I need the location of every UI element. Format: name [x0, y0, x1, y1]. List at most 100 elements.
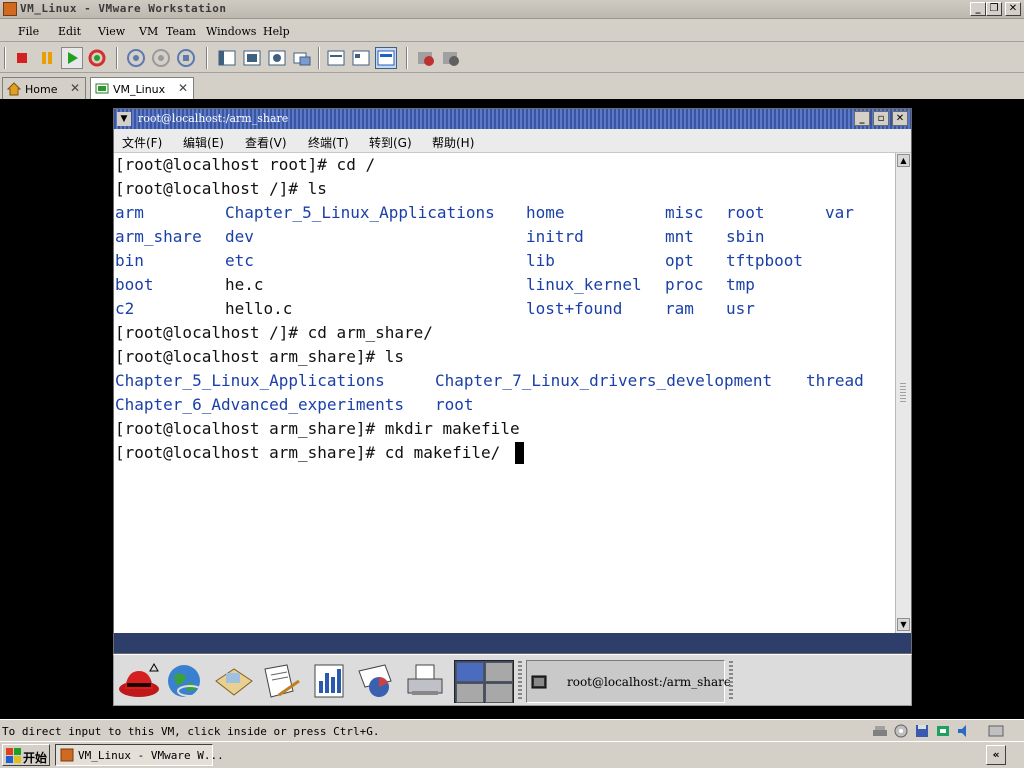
- ls-entry: Chapter_5_Linux_Applications: [225, 203, 495, 222]
- snapshot-icon[interactable]: [125, 47, 147, 69]
- terminal-scrollbar[interactable]: ▲ ▼: [895, 153, 911, 633]
- unity-icon[interactable]: [266, 47, 288, 69]
- replay-icon[interactable]: [440, 47, 462, 69]
- revert-snapshot-icon[interactable]: [150, 47, 172, 69]
- ls-entry: mnt: [665, 227, 694, 246]
- snapshot-manager-icon[interactable]: [175, 47, 197, 69]
- guest-maximize-button[interactable]: ▫: [873, 111, 889, 126]
- reset-icon[interactable]: [86, 47, 108, 69]
- vmware-app-icon[interactable]: [3, 2, 17, 16]
- power-off-icon[interactable]: [11, 47, 33, 69]
- close-tab-icon[interactable]: ✕: [178, 81, 188, 95]
- workspace-4[interactable]: [485, 683, 513, 703]
- ls-entry: thread: [806, 371, 864, 390]
- redhat-menu-icon[interactable]: [117, 661, 159, 701]
- restore-button[interactable]: ❐: [986, 2, 1002, 16]
- quick-switch-icon[interactable]: [216, 47, 238, 69]
- ls-entry: c2: [115, 299, 135, 318]
- console-view-icon[interactable]: [325, 47, 347, 69]
- workspace-3[interactable]: [456, 683, 484, 703]
- guest-title-bar: ▼ root@localhost:/arm_share _ ▫ ✕: [114, 109, 911, 129]
- guest-close-button[interactable]: ✕: [892, 111, 908, 126]
- tab-label: VM_Linux: [113, 83, 166, 96]
- menubar: File Edit View VM Team Windows Help: [0, 20, 1024, 42]
- menu-view[interactable]: View: [98, 25, 125, 38]
- web-browser-icon[interactable]: [164, 661, 206, 701]
- tab-label: Home: [25, 83, 58, 96]
- terminal-line: [root@localhost /]# ls: [115, 179, 327, 198]
- network-icon[interactable]: [872, 724, 888, 738]
- presentation-icon[interactable]: [355, 661, 397, 701]
- menu-windows[interactable]: Windows: [206, 25, 256, 38]
- ls-entry: lib: [526, 251, 555, 270]
- terminal-output[interactable]: [root@localhost root]# cd / [root@localh…: [114, 153, 895, 633]
- guest-minimize-button[interactable]: _: [854, 111, 870, 126]
- menu-help[interactable]: Help: [263, 25, 290, 38]
- guest-menu-file[interactable]: 文件(F): [122, 134, 162, 151]
- close-button[interactable]: ✕: [1005, 2, 1021, 16]
- task-label: root@localhost:/arm_share: [567, 675, 731, 689]
- panel-handle[interactable]: [518, 661, 522, 701]
- workspace-2[interactable]: [485, 662, 513, 682]
- workspace-1[interactable]: [456, 662, 484, 682]
- windows-logo-icon: [6, 748, 21, 763]
- usb-icon[interactable]: [935, 724, 951, 738]
- menu-team[interactable]: Team: [166, 25, 196, 38]
- record-icon[interactable]: [415, 47, 437, 69]
- power-on-icon[interactable]: [61, 47, 83, 69]
- guest-window-title: root@localhost:/arm_share: [138, 112, 289, 125]
- guest-menu-terminal[interactable]: 终端(T): [308, 134, 349, 151]
- calc-icon[interactable]: [309, 661, 351, 701]
- tab-home[interactable]: Home ✕: [2, 77, 86, 99]
- window-menu-icon[interactable]: ▼: [117, 112, 131, 126]
- guest-terminal-window[interactable]: ▼ root@localhost:/arm_share _ ▫ ✕ 文件(F) …: [113, 108, 912, 654]
- ls-entry: etc: [225, 251, 254, 270]
- start-button[interactable]: 开始: [2, 744, 50, 766]
- cdrom-icon[interactable]: [893, 724, 909, 738]
- home-icon: [7, 82, 21, 96]
- toolbar-separator: [406, 47, 408, 69]
- ls-entry: var: [825, 203, 854, 222]
- ls-entry: boot: [115, 275, 154, 294]
- panel-handle[interactable]: [729, 661, 733, 701]
- terminal-line: [root@localhost arm_share]# ls: [115, 347, 404, 366]
- ls-entry: Chapter_7_Linux_drivers_development: [435, 371, 773, 390]
- scroll-up-button[interactable]: ▲: [897, 154, 910, 167]
- writer-icon[interactable]: [259, 661, 301, 701]
- mail-icon[interactable]: [212, 661, 254, 701]
- terminal-current-line: [root@localhost arm_share]# cd makefile/: [115, 443, 501, 462]
- scroll-down-button[interactable]: ▼: [897, 618, 910, 631]
- message-icon[interactable]: [988, 724, 1004, 738]
- guest-menu-view[interactable]: 查看(V): [245, 134, 287, 151]
- minimize-button[interactable]: _: [970, 2, 986, 16]
- close-tab-icon[interactable]: ✕: [70, 81, 80, 95]
- terminal-icon: [531, 675, 547, 689]
- guest-menu-goto[interactable]: 转到(G): [369, 134, 412, 151]
- ls-entry: home: [526, 203, 565, 222]
- ls-entry: root: [435, 395, 474, 414]
- guest-task-button[interactable]: root@localhost:/arm_share: [526, 660, 731, 703]
- appliance-view-icon[interactable]: [350, 47, 372, 69]
- summary-view-icon[interactable]: [291, 47, 313, 69]
- terminal-line: [root@localhost /]# cd arm_share/: [115, 323, 433, 342]
- thumbnail-view-icon[interactable]: [375, 47, 397, 69]
- ls-entry: Chapter_5_Linux_Applications: [115, 371, 385, 390]
- floppy-icon[interactable]: [914, 724, 930, 738]
- printer-icon[interactable]: [404, 661, 446, 701]
- taskbar-vmware-button[interactable]: VM_Linux - VMware W...: [55, 744, 224, 766]
- workspace-switcher[interactable]: [454, 660, 514, 703]
- menu-file[interactable]: File: [18, 25, 39, 38]
- tab-bar: Home ✕ VM_Linux ✕: [0, 75, 1024, 99]
- suspend-icon[interactable]: [36, 47, 58, 69]
- menu-edit[interactable]: Edit: [58, 25, 81, 38]
- guest-menu-help[interactable]: 帮助(H): [432, 134, 474, 151]
- scroll-grip[interactable]: [900, 383, 906, 403]
- guest-menu-edit[interactable]: 编辑(E): [183, 134, 224, 151]
- full-screen-icon[interactable]: [241, 47, 263, 69]
- menu-vm[interactable]: VM: [139, 25, 158, 38]
- ls-entry: bin: [115, 251, 144, 270]
- terminal-cursor: [515, 442, 524, 464]
- tray-expand-button[interactable]: «: [986, 745, 1006, 765]
- tab-vm-linux[interactable]: VM_Linux ✕: [90, 77, 194, 99]
- sound-icon[interactable]: [956, 724, 972, 738]
